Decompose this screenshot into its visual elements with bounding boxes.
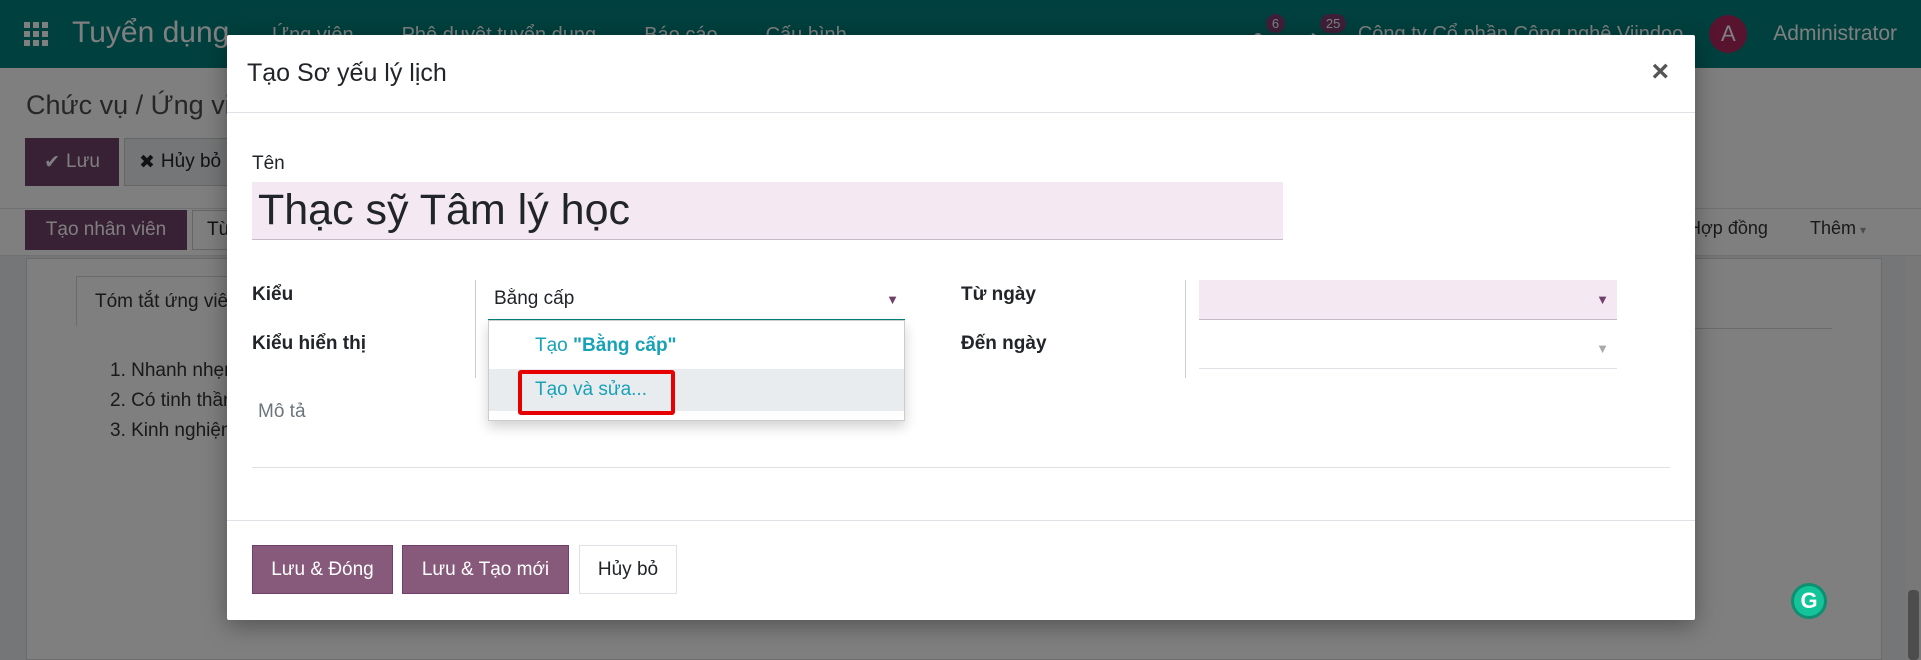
grammarly-icon[interactable]: G xyxy=(1791,583,1827,619)
caret-down-icon[interactable]: ▼ xyxy=(1596,292,1609,307)
highlight-annotation xyxy=(518,370,675,415)
close-icon[interactable]: × xyxy=(1651,55,1669,89)
type-input[interactable] xyxy=(488,280,868,318)
display-type-label: Kiểu hiển thị xyxy=(252,333,366,354)
field-divider xyxy=(475,280,476,378)
from-date-field[interactable]: ▼ xyxy=(1199,280,1617,320)
to-date-label: Đến ngày xyxy=(961,333,1047,354)
save-close-button[interactable]: Lưu & Đóng xyxy=(252,545,393,594)
description-divider xyxy=(252,467,1670,468)
create-resume-dialog: Tạo Sơ yếu lý lịch × Tên Kiểu Kiểu hiển … xyxy=(227,35,1695,620)
cancel-button[interactable]: Hủy bỏ xyxy=(579,545,677,594)
type-field[interactable]: ▼ xyxy=(488,280,905,320)
to-date-field[interactable]: ▼ xyxy=(1199,329,1617,369)
dialog-header: Tạo Sơ yếu lý lịch × xyxy=(227,35,1695,113)
from-date-label: Từ ngày xyxy=(961,284,1036,305)
dropdown-item-create[interactable]: Tạo "Bằng cấp" xyxy=(489,327,904,365)
name-field[interactable] xyxy=(252,182,1283,240)
field-divider xyxy=(1185,280,1186,378)
create-quoted-value: "Bằng cấp" xyxy=(573,335,677,356)
description-field[interactable]: Mô tả xyxy=(258,401,306,423)
dialog-title: Tạo Sơ yếu lý lịch xyxy=(247,59,447,87)
save-new-button[interactable]: Lưu & Tạo mới xyxy=(402,545,569,594)
name-label: Tên xyxy=(252,153,285,174)
type-label: Kiểu xyxy=(252,284,294,305)
create-prefix: Tạo xyxy=(535,335,574,356)
caret-down-icon[interactable]: ▼ xyxy=(1596,341,1609,356)
caret-down-icon[interactable]: ▼ xyxy=(886,292,899,307)
